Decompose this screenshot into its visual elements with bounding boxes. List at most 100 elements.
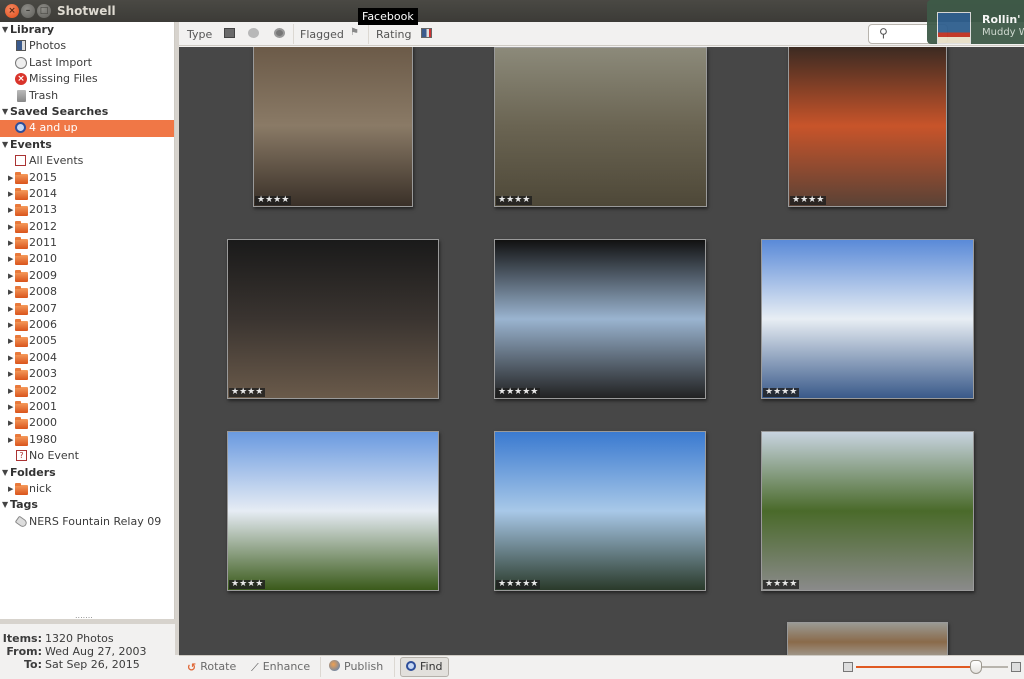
- expander-right-icon[interactable]: ▶: [8, 284, 13, 300]
- expander-right-icon[interactable]: ▶: [8, 219, 13, 235]
- sidebar-header-events[interactable]: ▼ Events: [0, 137, 174, 153]
- sidebar-item-year-2009[interactable]: ▶ 2009: [0, 268, 174, 284]
- photo-thumbnail[interactable]: [787, 622, 948, 655]
- photo-thumbnail[interactable]: ★★★★: [253, 47, 413, 207]
- slider-fill: [856, 666, 977, 668]
- photo-thumbnail[interactable]: ★★★★★: [494, 239, 706, 399]
- sidebar-item-year-2006[interactable]: ▶ 2006: [0, 317, 174, 333]
- sidebar-item-year-2003[interactable]: ▶ 2003: [0, 366, 174, 382]
- close-window-button[interactable]: ×: [5, 4, 19, 18]
- maximize-window-button[interactable]: □: [37, 4, 51, 18]
- folder-icon: [15, 384, 28, 397]
- expander-right-icon[interactable]: ▶: [8, 202, 13, 218]
- sidebar-item-year-2011[interactable]: ▶ 2011: [0, 235, 174, 251]
- sidebar-item-all-events[interactable]: All Events: [0, 153, 174, 169]
- rating-filter-icon[interactable]: [421, 28, 432, 38]
- slider-handle[interactable]: [970, 660, 983, 674]
- folder-icon: [15, 482, 28, 495]
- expander-right-icon[interactable]: ▶: [8, 350, 13, 366]
- expander-right-icon[interactable]: ▶: [8, 415, 13, 431]
- photo-thumbnail[interactable]: ★★★★: [227, 431, 439, 591]
- search-filter-bar: Type Flagged ⚑ Rating ⚲: [179, 22, 1024, 46]
- tooltip: Facebook: [358, 8, 418, 25]
- sidebar-header-tags[interactable]: ▼ Tags: [0, 497, 174, 513]
- expander-right-icon[interactable]: ▶: [8, 235, 13, 251]
- sidebar-header-library[interactable]: ▼ Library: [0, 22, 174, 38]
- sidebar-item-year-2000[interactable]: ▶ 2000: [0, 415, 174, 431]
- zoom-in-icon[interactable]: [1011, 662, 1021, 672]
- expander-down-icon[interactable]: ▼: [2, 465, 8, 481]
- expander-right-icon[interactable]: ▶: [8, 432, 13, 448]
- flagged-filter-label: Flagged: [300, 28, 344, 41]
- flag-icon[interactable]: ⚑: [350, 27, 361, 38]
- photo-thumbnail[interactable]: ★★★★★: [494, 431, 706, 591]
- enhance-button[interactable]: ⟋ Enhance: [251, 656, 310, 678]
- sidebar-header-folders[interactable]: ▼ Folders: [0, 465, 174, 481]
- sidebar-item-year-2008[interactable]: ▶ 2008: [0, 284, 174, 300]
- notification-subtitle: Muddy W: [982, 27, 1024, 38]
- slider-track[interactable]: [856, 660, 1008, 674]
- sidebar-item-trash[interactable]: Trash: [0, 88, 174, 104]
- expander-right-icon[interactable]: ▶: [8, 366, 13, 382]
- photo-thumbnail[interactable]: ★★★★: [227, 239, 439, 399]
- zoom-slider[interactable]: [843, 660, 1021, 676]
- sidebar-item-year-2015[interactable]: ▶ 2015: [0, 170, 174, 186]
- sidebar-item-year-2014[interactable]: ▶ 2014: [0, 186, 174, 202]
- expander-down-icon[interactable]: ▼: [2, 497, 8, 513]
- expander-right-icon[interactable]: ▶: [8, 481, 13, 497]
- expander-down-icon[interactable]: ▼: [2, 137, 8, 153]
- raw-type-filter-icon[interactable]: [274, 28, 285, 38]
- expander-down-icon[interactable]: ▼: [2, 22, 8, 38]
- folder-icon: [15, 220, 28, 233]
- expander-right-icon[interactable]: ▶: [8, 251, 13, 267]
- sidebar-item-label: 2014: [29, 186, 57, 200]
- star-rating: ★★★★: [229, 579, 266, 589]
- photo-thumbnail[interactable]: ★★★★: [494, 47, 707, 207]
- minimize-window-button[interactable]: –: [21, 4, 35, 18]
- expander-right-icon[interactable]: ▶: [8, 170, 13, 186]
- videos-type-filter-icon[interactable]: [248, 28, 259, 38]
- sidebar-item-label: 2007: [29, 301, 57, 315]
- sidebar-item-year-2005[interactable]: ▶ 2005: [0, 333, 174, 349]
- section-label: Saved Searches: [10, 104, 109, 118]
- sidebar-item-tag[interactable]: NERS Fountain Relay 09: [0, 514, 174, 530]
- star-rating: ★★★★: [229, 387, 266, 397]
- photo-thumbnail[interactable]: ★★★★: [788, 47, 947, 207]
- folder-icon: [15, 335, 28, 348]
- sidebar-item-year-2004[interactable]: ▶ 2004: [0, 350, 174, 366]
- photos-icon: [16, 40, 26, 52]
- rotate-button[interactable]: ↺ Rotate: [187, 656, 236, 678]
- expander-down-icon[interactable]: ▼: [2, 104, 8, 120]
- expander-right-icon[interactable]: ▶: [8, 383, 13, 399]
- expander-right-icon[interactable]: ▶: [8, 301, 13, 317]
- sidebar-item-4-and-up[interactable]: 4 and up: [0, 120, 174, 137]
- sidebar-item-photos[interactable]: Photos: [0, 38, 174, 54]
- expander-right-icon[interactable]: ▶: [8, 399, 13, 415]
- sidebar-item-year-2001[interactable]: ▶ 2001: [0, 399, 174, 415]
- sidebar-item-no-event[interactable]: ? No Event: [0, 448, 174, 464]
- publish-button[interactable]: Publish: [329, 656, 383, 678]
- expander-right-icon[interactable]: ▶: [8, 317, 13, 333]
- sidebar-header-saved-searches[interactable]: ▼ Saved Searches: [0, 104, 174, 120]
- expander-right-icon[interactable]: ▶: [8, 186, 13, 202]
- sidebar-item-year-2012[interactable]: ▶ 2012: [0, 219, 174, 235]
- photos-type-filter-icon[interactable]: [224, 28, 235, 38]
- expander-right-icon[interactable]: ▶: [8, 268, 13, 284]
- sidebar-item-folder-nick[interactable]: ▶ nick: [0, 481, 174, 497]
- sidebar-item-missing-files[interactable]: × Missing Files: [0, 71, 174, 87]
- sidebar-item-label: 2015: [29, 170, 57, 184]
- sidebar-item-year-2013[interactable]: ▶ 2013: [0, 202, 174, 218]
- sidebar-item-label: nick: [29, 481, 52, 495]
- sidebar-item-year-1980[interactable]: ▶ 1980: [0, 432, 174, 448]
- photo-thumbnail[interactable]: ★★★★: [761, 239, 974, 399]
- sidebar-item-last-import[interactable]: Last Import: [0, 55, 174, 71]
- sidebar-item-year-2007[interactable]: ▶ 2007: [0, 301, 174, 317]
- expander-right-icon[interactable]: ▶: [8, 333, 13, 349]
- sidebar-item-year-2002[interactable]: ▶ 2002: [0, 383, 174, 399]
- sidebar-item-year-2010[interactable]: ▶ 2010: [0, 251, 174, 267]
- find-button[interactable]: Find: [400, 657, 449, 677]
- photo-thumbnail[interactable]: ★★★★: [761, 431, 974, 591]
- zoom-out-icon[interactable]: [843, 662, 853, 672]
- album-art: [937, 12, 971, 44]
- sidebar-item-label: 1980: [29, 432, 57, 446]
